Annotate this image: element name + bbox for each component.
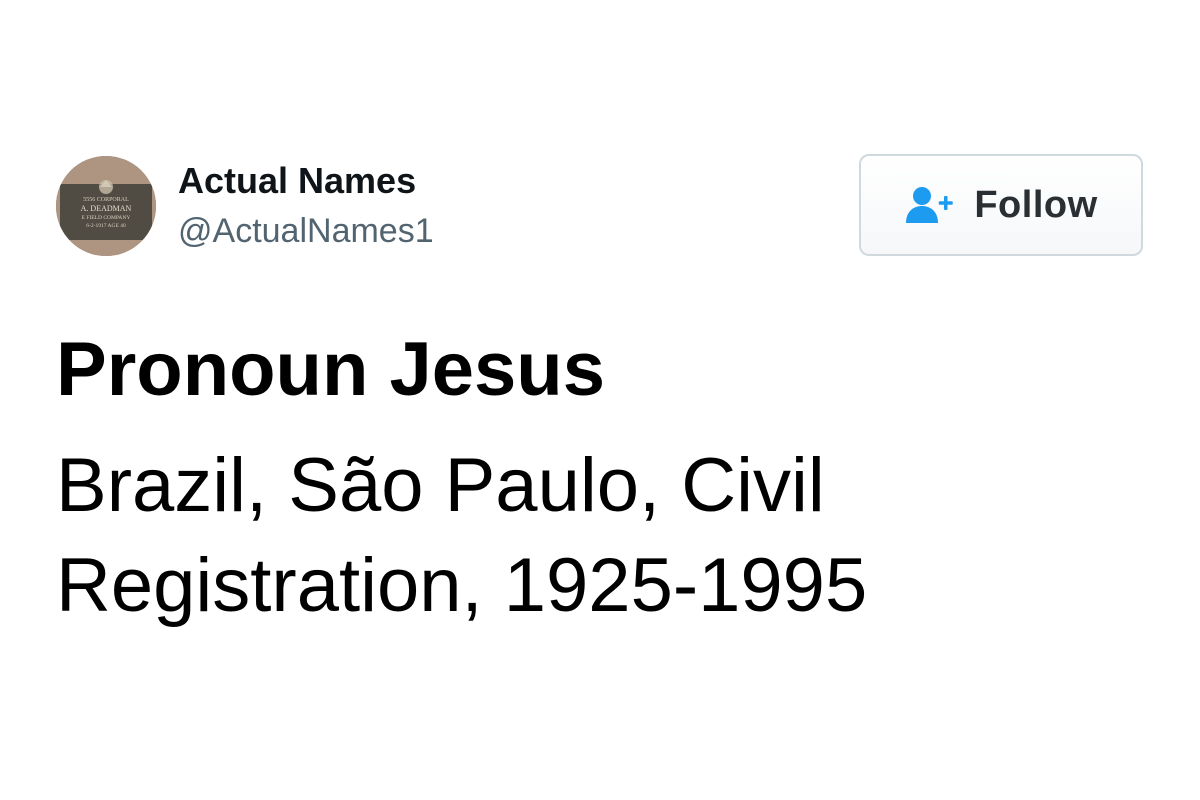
avatar[interactable]: 5556 CORPORAL A. DEADMAN E FIELD COMPANY… <box>56 156 156 256</box>
user-handle[interactable]: @ActualNames1 <box>178 210 434 252</box>
plaque-line-4: 6-2-1917 AGE 40 <box>86 223 126 229</box>
plaque-line-1: 5556 CORPORAL <box>83 197 129 203</box>
tweet-body-line: Registration, 1925-1995 <box>56 543 868 628</box>
follow-label: Follow <box>974 183 1098 226</box>
plaque-line-3: E FIELD COMPANY <box>82 215 131 221</box>
tweet-card: 5556 CORPORAL A. DEADMAN E FIELD COMPANY… <box>0 0 1200 800</box>
display-name[interactable]: Actual Names <box>178 160 416 202</box>
avatar-plaque-image: 5556 CORPORAL A. DEADMAN E FIELD COMPANY… <box>56 156 156 256</box>
tweet-body: Brazil, São Paulo, Civil Registration, 1… <box>56 436 1156 636</box>
tweet-title: Pronoun Jesus <box>56 327 605 412</box>
plaque-line-2: A. DEADMAN <box>81 204 132 213</box>
person-add-icon <box>904 185 956 225</box>
follow-button[interactable]: Follow <box>859 154 1143 256</box>
tweet-body-line: Brazil, São Paulo, Civil <box>56 443 825 528</box>
